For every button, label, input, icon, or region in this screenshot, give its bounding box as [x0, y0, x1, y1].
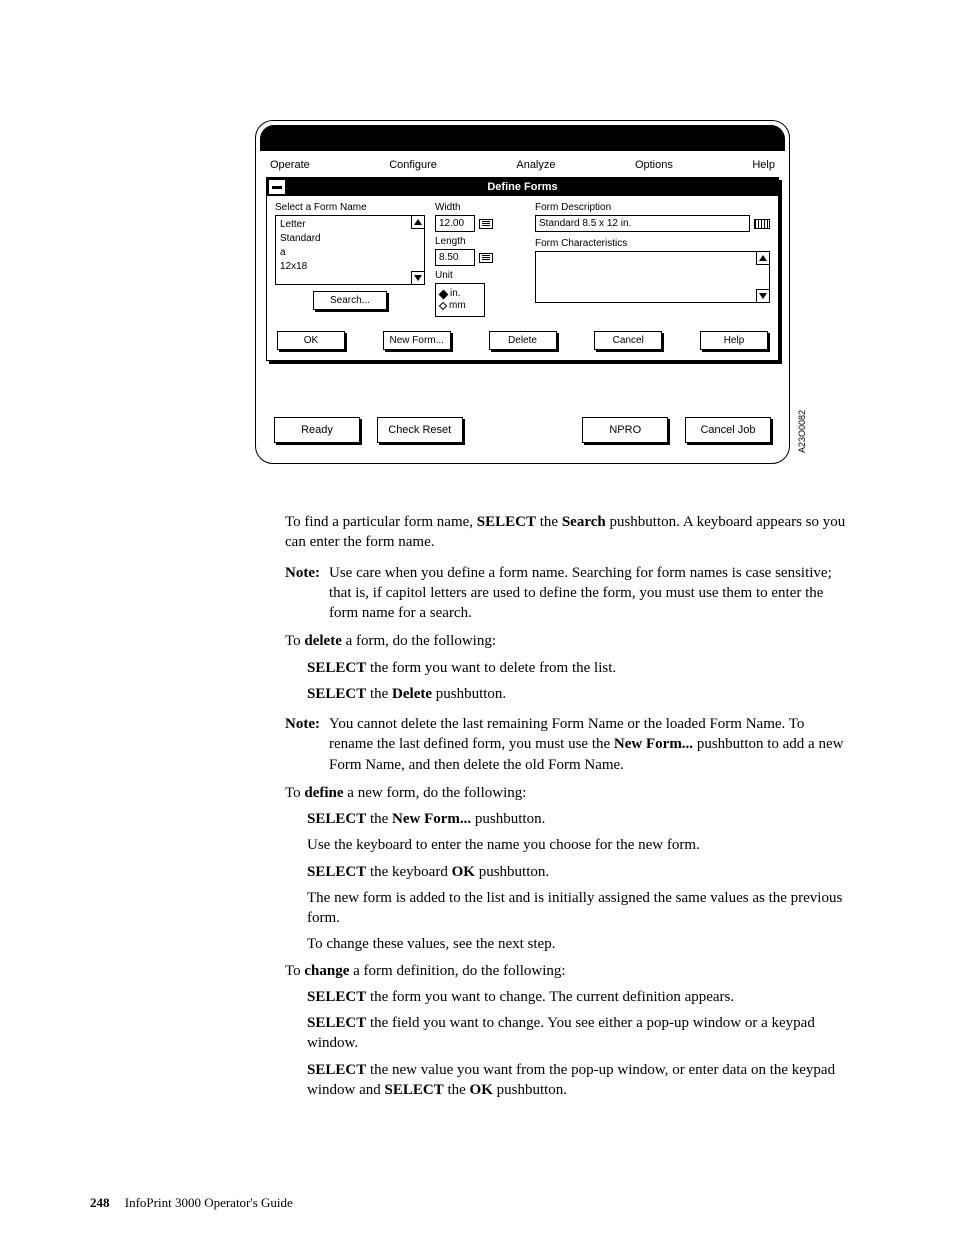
unit-group: in. mm: [435, 283, 485, 317]
description-label: Form Description: [535, 202, 770, 213]
page-footer: 248 InfoPrint 3000 Operator's Guide: [90, 1195, 293, 1211]
unit-in-radio[interactable]: in.: [440, 288, 480, 300]
ok-button[interactable]: OK: [277, 331, 345, 350]
form-name-listbox[interactable]: Letter Standard a 12x18: [275, 215, 425, 285]
ready-button[interactable]: Ready: [274, 417, 360, 443]
check-reset-button[interactable]: Check Reset: [377, 417, 463, 443]
list-item[interactable]: 12x18: [280, 260, 408, 274]
length-input[interactable]: 8.50: [435, 249, 475, 266]
unit-mm-radio[interactable]: mm: [440, 300, 480, 312]
menu-help[interactable]: Help: [752, 159, 775, 171]
doc-title: InfoPrint 3000 Operator's Guide: [125, 1195, 293, 1210]
unit-in-label: in.: [450, 288, 461, 300]
application-window: Operate Configure Analyze Options Help D…: [255, 120, 790, 464]
system-menu-icon[interactable]: [269, 180, 285, 194]
define-forms-dialog: Define Forms Select a Form Name Letter S…: [266, 177, 779, 361]
scroll-down-icon[interactable]: [411, 271, 425, 285]
dialog-title-text: Define Forms: [487, 181, 557, 193]
note-label: Note:: [285, 714, 329, 775]
menubar: Operate Configure Analyze Options Help: [256, 151, 789, 177]
description-input[interactable]: Standard 8.5 x 12 in.: [535, 215, 750, 232]
characteristics-label: Form Characteristics: [535, 238, 770, 249]
cancel-button[interactable]: Cancel: [594, 331, 662, 350]
menu-options[interactable]: Options: [635, 159, 673, 171]
characteristics-listbox[interactable]: [535, 251, 770, 303]
note-text: Use care when you define a form name. Se…: [329, 563, 850, 624]
list-item[interactable]: Letter: [280, 218, 408, 232]
titlebar: [260, 125, 785, 151]
scroll-down-icon[interactable]: [756, 289, 770, 303]
scroll-up-icon[interactable]: [756, 251, 770, 265]
document-body: To find a particular form name, SELECT t…: [285, 512, 850, 1100]
keyboard-icon[interactable]: [754, 219, 770, 229]
npro-button[interactable]: NPRO: [582, 417, 668, 443]
help-button[interactable]: Help: [700, 331, 768, 350]
width-input[interactable]: 12.00: [435, 215, 475, 232]
unit-mm-label: mm: [449, 300, 466, 312]
scroll-up-icon[interactable]: [411, 215, 425, 229]
search-button[interactable]: Search...: [313, 291, 387, 310]
new-form-button[interactable]: New Form...: [383, 331, 451, 350]
figure-id: A23O0082: [797, 410, 807, 453]
note-text: You cannot delete the last remaining For…: [329, 714, 850, 775]
list-item[interactable]: Standard: [280, 232, 408, 246]
spin-icon[interactable]: [479, 253, 493, 263]
page-number: 248: [90, 1195, 110, 1210]
menu-operate[interactable]: Operate: [270, 159, 310, 171]
select-form-label: Select a Form Name: [275, 202, 425, 213]
note-label: Note:: [285, 563, 329, 624]
spin-icon[interactable]: [479, 219, 493, 229]
delete-button[interactable]: Delete: [489, 331, 557, 350]
list-item[interactable]: a: [280, 246, 408, 260]
unit-label: Unit: [435, 270, 525, 281]
length-label: Length: [435, 236, 525, 247]
dialog-title: Define Forms: [267, 178, 778, 196]
menu-analyze[interactable]: Analyze: [516, 159, 555, 171]
menu-configure[interactable]: Configure: [389, 159, 437, 171]
width-label: Width: [435, 202, 525, 213]
cancel-job-button[interactable]: Cancel Job: [685, 417, 771, 443]
